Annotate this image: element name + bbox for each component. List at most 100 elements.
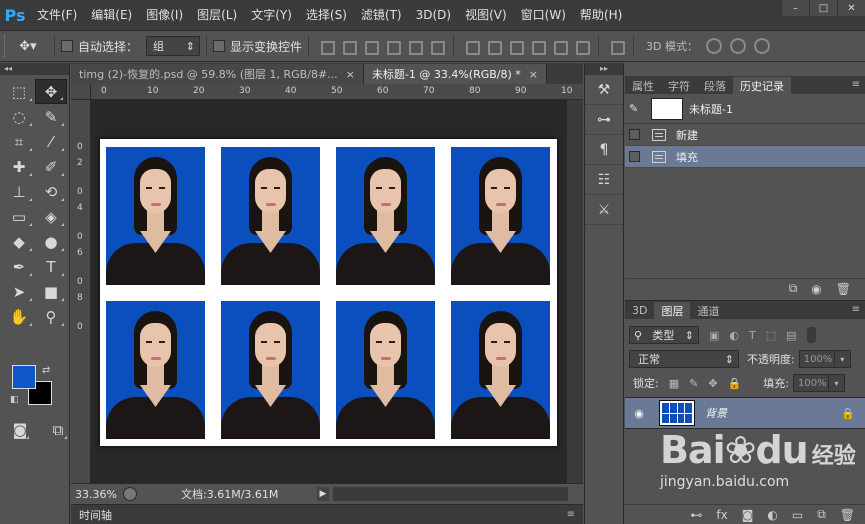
panel-tab[interactable]: 历史记录 [733, 77, 791, 94]
menu-item[interactable]: 文件(F) [30, 0, 84, 30]
screen-mode-icon[interactable]: ⧉ [46, 417, 70, 442]
show-transform-checkbox[interactable] [213, 40, 226, 52]
quick-select-tool-icon[interactable]: ✎ [35, 104, 67, 129]
rectangle-tool-icon[interactable]: ■ [35, 279, 67, 304]
auto-align-icon[interactable] [609, 39, 626, 55]
camera-snapshot-icon[interactable]: ◉ [811, 282, 821, 296]
adjustments-dock-icon[interactable]: ⊶ [585, 105, 623, 135]
align-top-icon[interactable] [319, 39, 336, 55]
menu-item[interactable]: 视图(V) [458, 0, 514, 30]
menu-item[interactable]: 3D(D) [409, 0, 458, 30]
menu-item[interactable]: 滤镜(T) [354, 0, 409, 30]
chevron-down-icon[interactable]: ▾ [828, 374, 845, 392]
close-tab-icon[interactable]: × [346, 68, 355, 81]
menu-item[interactable]: 帮助(H) [573, 0, 629, 30]
new-document-from-state-icon[interactable]: ⧉ [789, 281, 798, 296]
timeline-menu-icon[interactable]: ≡ [567, 509, 575, 520]
menu-item[interactable]: 选择(S) [299, 0, 354, 30]
pen-tool-icon[interactable]: ✒ [3, 254, 35, 279]
history-snapshot[interactable]: ✎ 未标题-1 [625, 94, 865, 124]
menu-item[interactable]: 图层(L) [190, 0, 244, 30]
filter-toggle[interactable] [806, 327, 816, 343]
healing-brush-tool-icon[interactable]: ✚ [3, 154, 35, 179]
brush-tool-icon[interactable]: ✐ [35, 154, 67, 179]
document-tab-timg[interactable]: timg (2)-恢复的.psd @ 59.8% (图层 1, RGB/8#..… [71, 64, 364, 84]
hand-tool-icon[interactable]: ✋ [3, 304, 35, 329]
lock-position-icon[interactable]: ✥ [708, 377, 717, 390]
align-vcenter-icon[interactable] [341, 39, 358, 55]
document-tab-untitled[interactable]: 未标题-1 @ 33.4%(RGB/8) * × [363, 64, 547, 84]
menu-item[interactable]: 文字(Y) [244, 0, 299, 30]
quick-mask-icon[interactable]: ◙ [8, 417, 32, 442]
tools-collapse[interactable]: ◂◂ [0, 63, 69, 75]
lock-all-icon[interactable]: 🔒 [728, 377, 742, 390]
auto-select-checkbox[interactable] [61, 40, 73, 52]
move-tool-preset-icon[interactable]: ✥▾ [8, 35, 48, 57]
trash-icon[interactable]: 🗑 [840, 508, 855, 522]
eraser-tool-icon[interactable]: ▭ [3, 204, 35, 229]
panel-menu-icon[interactable]: ≡ [852, 79, 860, 90]
minimize-button[interactable]: – [781, 0, 809, 16]
dock-collapse[interactable]: ▸▸ [585, 63, 623, 75]
align-left-icon[interactable] [385, 39, 402, 55]
history-state[interactable]: 新建 [625, 124, 865, 146]
blend-mode-dropdown[interactable]: 正常 ⇕ [629, 350, 739, 368]
vertical-ruler[interactable]: 0 2 0 4 0 6 0 8 0 [71, 100, 91, 483]
align-right-icon[interactable] [429, 39, 446, 55]
panel-tab[interactable]: 通道 [690, 302, 726, 319]
foreground-color[interactable] [12, 365, 36, 389]
vertical-scrollbar[interactable] [567, 100, 583, 483]
paragraph-dock-icon[interactable]: ¶ [585, 135, 623, 165]
panel-menu-icon[interactable]: ≡ [852, 304, 860, 315]
menu-item[interactable]: 图像(I) [139, 0, 190, 30]
panel-tab[interactable]: 3D [625, 302, 654, 319]
dodge-tool-icon[interactable]: ● [35, 229, 67, 254]
type-tool-icon[interactable]: T [35, 254, 67, 279]
eyedropper-tool-icon[interactable]: ⁄ [35, 129, 67, 154]
panel-tab[interactable]: 属性 [625, 77, 661, 94]
lasso-tool-icon[interactable]: ◌ [3, 104, 35, 129]
new-layer-icon[interactable]: ⧉ [817, 507, 826, 522]
roll-3d-icon[interactable] [730, 38, 746, 54]
move-tool-icon[interactable]: ✥ [35, 79, 67, 104]
add-mask-icon[interactable]: ◙ [742, 508, 754, 522]
fill-input[interactable]: 100% [792, 374, 829, 392]
trash-icon[interactable]: 🗑 [836, 282, 851, 296]
path-select-tool-icon[interactable]: ➤ [3, 279, 35, 304]
panel-tab[interactable]: 段落 [697, 77, 733, 94]
adjustment-filter-icon[interactable]: ◐ [729, 329, 739, 342]
zoom-level[interactable]: 33.36% [71, 488, 123, 501]
status-menu-arrow-icon[interactable]: ▶ [317, 487, 329, 501]
horizontal-scrollbar[interactable] [333, 487, 568, 501]
history-state-selected[interactable]: 填充 [625, 146, 865, 168]
history-source-checkbox[interactable] [629, 129, 640, 140]
layer-name[interactable]: 背景 [705, 405, 841, 421]
smart-object-filter-icon[interactable]: ▤ [786, 329, 796, 342]
photoshop-logo[interactable]: Ps [0, 0, 30, 30]
horizontal-ruler[interactable]: 0 10 20 30 40 50 60 70 80 90 10 [91, 84, 583, 100]
chevron-down-icon[interactable]: ▾ [834, 350, 851, 368]
blur-tool-icon[interactable]: ◆ [3, 229, 35, 254]
zoom-tool-icon[interactable]: ⚲ [35, 304, 67, 329]
link-layers-icon[interactable]: ⊷ [690, 508, 702, 522]
pixel-filter-icon[interactable]: ▣ [709, 329, 719, 342]
distribute-vcenter-icon[interactable] [486, 39, 503, 55]
history-source-checkbox[interactable] [629, 151, 640, 162]
layer-filter-dropdown[interactable]: ⚲ 类型 ⇕ [629, 326, 699, 344]
align-hcenter-icon[interactable] [407, 39, 424, 55]
align-bottom-icon[interactable] [363, 39, 380, 55]
distribute-right-icon[interactable] [574, 39, 591, 55]
distribute-left-icon[interactable] [530, 39, 547, 55]
type-filter-icon[interactable]: T [749, 329, 756, 342]
orbit-3d-icon[interactable] [706, 38, 722, 54]
distribute-top-icon[interactable] [464, 39, 481, 55]
lock-pixels-icon[interactable]: ✎ [689, 377, 698, 390]
panel-tab[interactable]: 图层 [654, 302, 691, 319]
shape-filter-icon[interactable]: ⬚ [766, 329, 776, 342]
clone-stamp-tool-icon[interactable]: ⊥ [3, 179, 35, 204]
auto-select-dropdown[interactable]: 组 ⇕ [146, 36, 201, 56]
document-canvas[interactable] [100, 139, 557, 446]
status-info-icon[interactable] [123, 487, 137, 501]
default-colors-icon[interactable]: ◧ [10, 395, 19, 405]
history-brush-tool-icon[interactable]: ⟲ [35, 179, 67, 204]
